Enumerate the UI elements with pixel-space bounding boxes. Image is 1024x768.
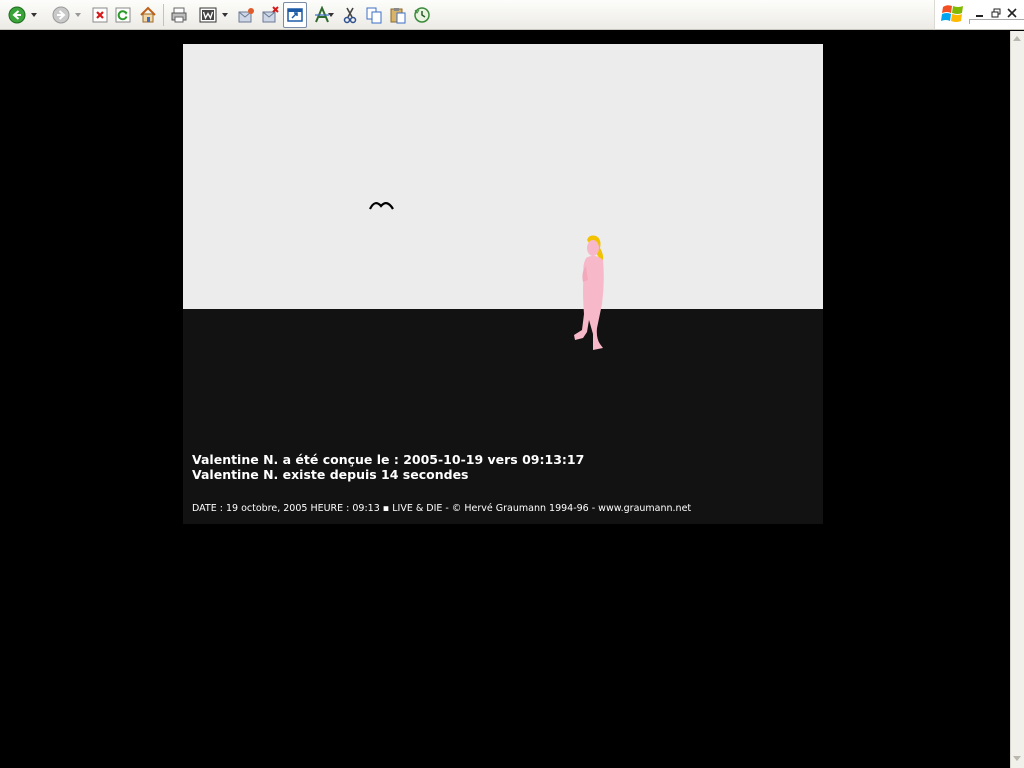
- refresh-button[interactable]: [112, 4, 134, 26]
- browser-toolbar: [0, 0, 934, 30]
- forward-history-dropdown[interactable]: [72, 4, 84, 26]
- delete-mail-icon: [262, 6, 279, 23]
- chevron-down-icon: [1013, 756, 1021, 761]
- copy-icon: [366, 7, 382, 24]
- window-icon: [287, 8, 303, 22]
- chevron-up-icon: [1013, 36, 1021, 41]
- text-size-dropdown[interactable]: [326, 4, 336, 26]
- toolbar-separator: [163, 4, 164, 26]
- progress-track: [969, 19, 1024, 24]
- live-and-die-stage: Valentine N. a été conçue le : 2005-10-1…: [183, 44, 823, 524]
- scroll-down-button[interactable]: [1010, 751, 1024, 766]
- dropdown-arrow-icon: [222, 13, 228, 17]
- restore-icon: [991, 8, 1001, 18]
- forward-icon: [52, 6, 70, 24]
- dropdown-arrow-icon: [75, 13, 81, 17]
- word-icon: [199, 7, 217, 23]
- history-icon: [414, 7, 430, 23]
- cut-icon: [343, 7, 357, 24]
- word-dropdown[interactable]: [219, 4, 231, 26]
- print-icon: [171, 7, 187, 23]
- dropdown-arrow-icon: [31, 13, 37, 17]
- brand-area: [934, 0, 1024, 30]
- cut-button[interactable]: [339, 4, 361, 26]
- paste-button[interactable]: [387, 4, 409, 26]
- back-history-dropdown[interactable]: [28, 4, 40, 26]
- history-button[interactable]: [411, 4, 433, 26]
- stop-button[interactable]: [89, 4, 111, 26]
- back-button[interactable]: [6, 4, 28, 26]
- home-icon: [140, 6, 156, 23]
- forward-button[interactable]: [50, 4, 72, 26]
- dropdown-arrow-icon: [328, 13, 334, 17]
- copy-button[interactable]: [363, 4, 385, 26]
- footer-credits: DATE : 19 octobre, 2005 HEURE : 09:13 ▪ …: [192, 503, 692, 514]
- stop-icon: [92, 7, 108, 23]
- paste-icon: [390, 8, 406, 24]
- close-icon: [1007, 8, 1017, 18]
- conception-text: Valentine N. a été conçue le : 2005-10-1…: [192, 452, 585, 467]
- vertical-scrollbar[interactable]: [1010, 31, 1024, 768]
- home-button[interactable]: [137, 4, 159, 26]
- mail-button[interactable]: [235, 4, 257, 26]
- mail-icon: [238, 8, 254, 23]
- refresh-icon: [115, 7, 131, 23]
- windows-logo-icon: [941, 3, 965, 29]
- scroll-up-button[interactable]: [1010, 31, 1024, 46]
- valentine-figure: [574, 235, 604, 350]
- print-button[interactable]: [168, 4, 190, 26]
- sky: [183, 44, 823, 309]
- bird-icon: [369, 202, 394, 210]
- delete-mail-button[interactable]: [259, 4, 281, 26]
- ground: [183, 309, 823, 524]
- back-icon: [8, 6, 26, 24]
- new-window-button[interactable]: [283, 2, 307, 28]
- edit-with-word-button[interactable]: [197, 4, 219, 26]
- minimize-icon: [976, 15, 983, 17]
- age-text: Valentine N. existe depuis 14 secondes: [192, 467, 469, 482]
